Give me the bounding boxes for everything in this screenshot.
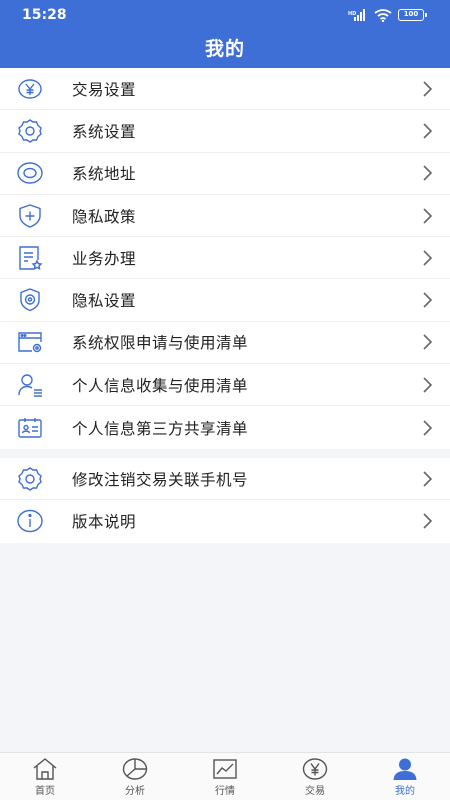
gear-icon (16, 117, 44, 145)
chevron-right-icon (423, 334, 433, 350)
menu-item-system-address[interactable]: 系统地址 (0, 153, 450, 195)
status-bar: 15:28 HD 100 (0, 0, 450, 30)
menu-item-label: 版本说明 (72, 513, 137, 532)
chevron-right-icon (423, 123, 433, 139)
yen-icon (16, 75, 44, 103)
status-time: 15:28 (22, 7, 67, 23)
home-icon (33, 757, 57, 780)
tab-mine[interactable]: 我的 (360, 753, 450, 800)
menu-item-business-handling[interactable]: 业务办理 (0, 237, 450, 280)
app-header: 15:28 HD 100 我的 (0, 0, 450, 68)
gear-icon (16, 465, 44, 493)
tab-label: 我的 (395, 785, 415, 797)
menu-item-label: 修改注销交易关联手机号 (72, 470, 249, 489)
menu-item-system-settings[interactable]: 系统设置 (0, 110, 450, 153)
chevron-right-icon (423, 81, 433, 97)
menu-item-label: 业务办理 (72, 249, 137, 268)
page-title: 我的 (204, 38, 245, 60)
menu-item-label: 系统地址 (72, 165, 137, 184)
chevron-right-icon (423, 419, 433, 436)
user-list-icon (16, 371, 44, 399)
shield-plus-icon (16, 202, 44, 230)
tab-label: 首页 (35, 785, 55, 797)
menu-item-label: 隐私设置 (72, 292, 137, 311)
menu-item-version-notes[interactable]: 版本说明 (0, 500, 450, 542)
menu-item-label: 个人信息第三方共享清单 (72, 419, 249, 438)
info-icon (16, 507, 44, 535)
pie-chart-icon (122, 757, 148, 780)
menu-item-privacy-settings[interactable]: 隐私设置 (0, 279, 450, 322)
window-gear-icon (16, 328, 44, 356)
menu-item-label: 系统设置 (72, 122, 137, 141)
yen-icon (302, 757, 328, 780)
menu-item-label: 个人信息收集与使用清单 (72, 376, 249, 395)
location-icon (16, 159, 44, 187)
status-icons: HD 100 (348, 8, 427, 22)
wifi-icon (374, 8, 392, 22)
menu-item-label: 交易设置 (72, 80, 137, 99)
tab-label: 交易 (305, 785, 325, 797)
chevron-right-icon (423, 471, 433, 487)
document-star-icon (16, 244, 44, 272)
tab-market[interactable]: 行情 (180, 753, 270, 800)
chevron-right-icon (423, 207, 433, 224)
id-card-icon (16, 414, 44, 442)
account-list: 修改注销交易关联手机号 版本说明 (0, 458, 450, 543)
settings-list: 交易设置 系统设置 系统地址 隐私政策 业务办理 隐私设置 系统权限申请与使用清… (0, 68, 450, 449)
tab-label: 行情 (215, 785, 235, 797)
battery-icon: 100 (398, 9, 427, 21)
menu-item-label: 隐私政策 (72, 207, 137, 226)
menu-item-trade-settings[interactable]: 交易设置 (0, 68, 450, 111)
chevron-right-icon (423, 250, 433, 266)
menu-item-change-phone[interactable]: 修改注销交易关联手机号 (0, 458, 450, 501)
svg-text:HD: HD (348, 11, 356, 17)
menu-item-personal-info-collection[interactable]: 个人信息收集与使用清单 (0, 364, 450, 407)
chevron-right-icon (423, 513, 433, 530)
menu-item-privacy-policy[interactable]: 隐私政策 (0, 195, 450, 238)
tab-trade[interactable]: 交易 (270, 753, 360, 800)
chevron-right-icon (423, 377, 433, 393)
menu-item-third-party-sharing[interactable]: 个人信息第三方共享清单 (0, 406, 450, 448)
chevron-right-icon (423, 292, 433, 308)
tab-label: 分析 (125, 785, 145, 797)
signal-icon: HD (348, 9, 365, 21)
shield-gear-icon (16, 286, 44, 314)
menu-item-system-permissions[interactable]: 系统权限申请与使用清单 (0, 322, 450, 365)
tab-home[interactable]: 首页 (0, 753, 90, 800)
chevron-right-icon (423, 165, 433, 181)
bottom-tab-bar: 首页 分析 行情 交易 我的 (0, 752, 450, 800)
user-icon (393, 758, 417, 780)
menu-item-label: 系统权限申请与使用清单 (72, 334, 249, 353)
tab-analysis[interactable]: 分析 (90, 753, 180, 800)
line-chart-icon (213, 758, 237, 779)
